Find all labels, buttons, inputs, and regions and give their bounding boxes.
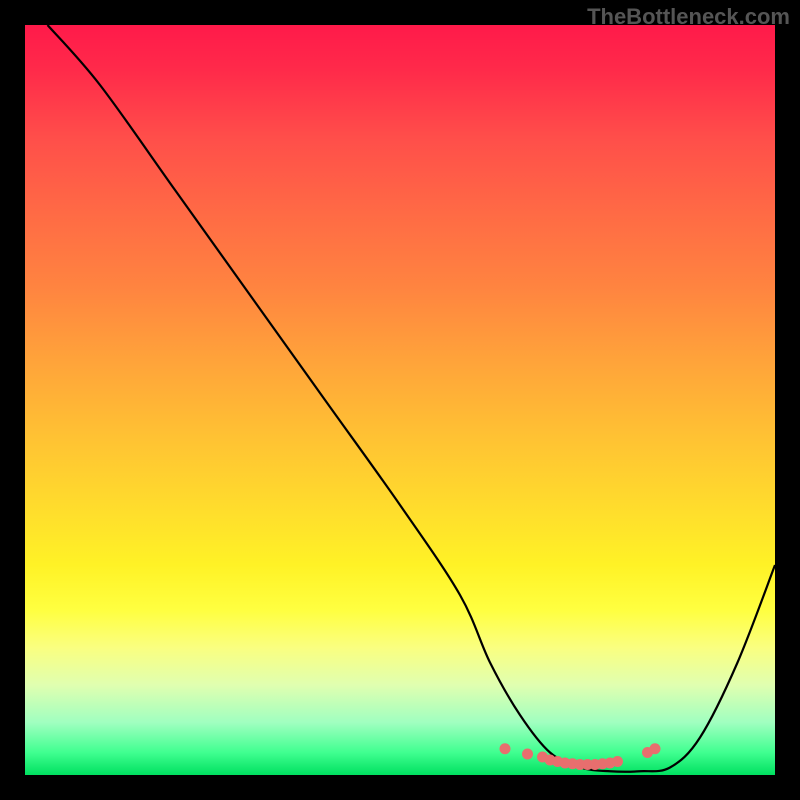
bottleneck-curve xyxy=(48,25,776,772)
valley-markers xyxy=(500,743,661,770)
marker-dot xyxy=(500,743,511,754)
chart-svg xyxy=(25,25,775,775)
watermark-text: TheBottleneck.com xyxy=(587,4,790,30)
marker-dot xyxy=(612,756,623,767)
marker-dot xyxy=(522,749,533,760)
marker-dot xyxy=(650,743,661,754)
plot-area xyxy=(25,25,775,775)
